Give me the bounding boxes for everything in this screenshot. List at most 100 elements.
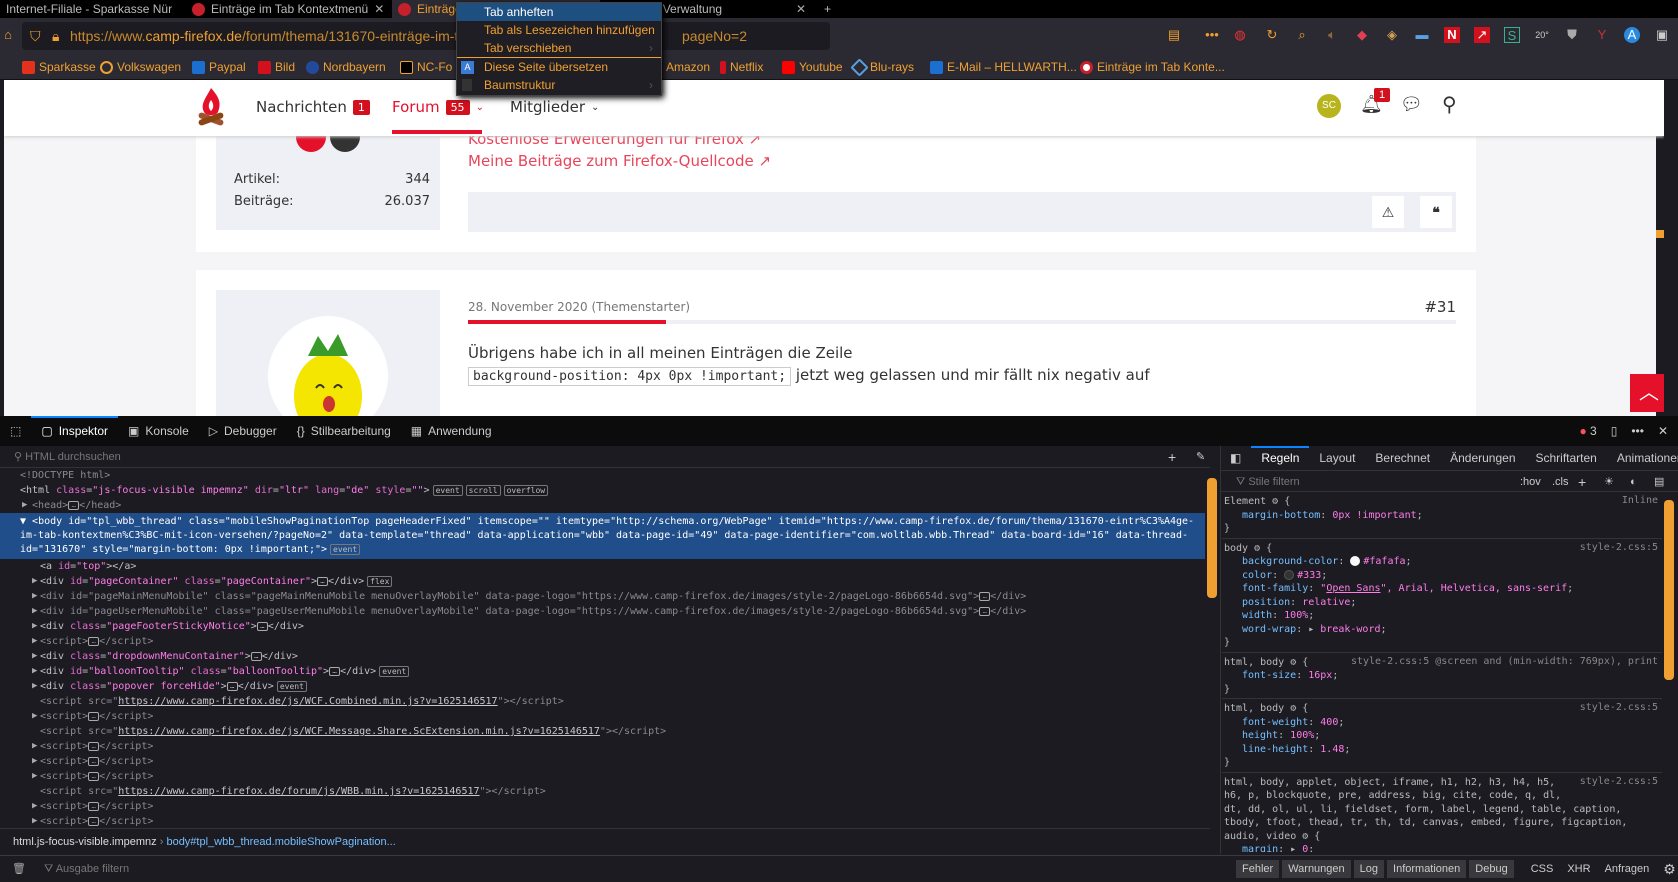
url-bar[interactable]: ⛉ 🔒︎ https://www. camp-firefox.de/forum/t… <box>22 22 830 50</box>
tab-debugger[interactable]: ▷ Debugger <box>199 416 287 446</box>
nav-members[interactable]: Mitglieder ⌄ <box>510 98 599 116</box>
tab-console[interactable]: ▣ Konsole <box>118 416 199 446</box>
trash-icon[interactable]: 🗑︎ <box>12 856 26 882</box>
site-logo[interactable] <box>196 86 226 130</box>
print-media-icon[interactable]: ▤ <box>1654 471 1664 493</box>
bookmark-item[interactable]: Volkswagen <box>100 60 181 74</box>
markup-node[interactable]: ▶ <div id="pageContainer" class="pageCont… <box>0 574 1205 589</box>
extension-icon[interactable]: ↗ <box>1474 27 1490 43</box>
menu-item-tree-style[interactable]: Baumstruktur › <box>457 76 661 94</box>
bookmark-item[interactable]: Netflix <box>720 60 763 74</box>
menu-item-pin-tab[interactable]: Tab anheften <box>457 3 661 21</box>
home-icon[interactable]: ⌂ <box>0 27 16 43</box>
css-rule[interactable]: Inline Element ⚙ {margin-bottom: 0px !im… <box>1222 492 1662 539</box>
menu-item-move-tab[interactable]: Tab verschieben › <box>457 39 661 57</box>
markup-node[interactable]: ▶ <script>… </script> <box>0 814 1205 828</box>
filter-info[interactable]: Informationen <box>1387 860 1467 878</box>
tab-changes[interactable]: Änderungen <box>1440 446 1525 470</box>
markup-node[interactable]: ▶ <div class="pageFooterStickyNotice">… </… <box>0 619 1205 634</box>
bookmark-item[interactable]: Einträge im Tab Konte... <box>1080 60 1225 74</box>
markup-node[interactable]: ▶ <div id="balloonTooltip" class="balloon… <box>0 664 1205 679</box>
signature-link[interactable]: Meine Beiträge zum Firefox-Quellcode ↗ <box>468 152 771 170</box>
tab-fonts[interactable]: Schriftarten <box>1526 446 1607 470</box>
markup-node[interactable]: ▶ <script>… </script> <box>0 754 1205 769</box>
css-rule[interactable]: style-2.css:5 body ⚙ { background-color:… <box>1222 539 1662 653</box>
markup-node[interactable]: ▶ <div class="popover forceHide">… </div> e… <box>0 679 1205 694</box>
markup-node[interactable]: <!DOCTYPE html> <box>0 468 1205 483</box>
bookmark-item[interactable]: E-Mail – HELLWARTH... <box>930 60 1077 74</box>
post-number[interactable]: #31 <box>1424 298 1456 316</box>
tab-rules[interactable]: Regeln <box>1251 446 1310 470</box>
more-options-icon[interactable]: ••• <box>1631 424 1644 438</box>
tab-animations[interactable]: Animationen <box>1607 446 1678 470</box>
conversations-icon[interactable]: 💬︎ <box>1400 94 1423 115</box>
nav-forum[interactable]: Forum 55 ⌄ <box>392 98 484 116</box>
dark-scheme-icon[interactable]: ◐ <box>1630 471 1637 493</box>
lock-icon[interactable]: 🔒︎ <box>52 28 59 45</box>
speaker-icon[interactable]: 🔈︎ <box>1324 27 1340 43</box>
breadcrumb-item[interactable]: body#tpl_wbb_thread.mobileShowPagination… <box>166 836 395 848</box>
color-swatch[interactable] <box>1284 569 1295 580</box>
filter-xhr[interactable]: XHR <box>1567 856 1590 882</box>
search-icon[interactable]: ⚲ <box>1442 92 1457 117</box>
tab-style-editor[interactable]: {} Stilbearbeitung <box>287 416 401 446</box>
color-swatch[interactable] <box>1350 556 1361 566</box>
folder-icon[interactable]: ▬ <box>1414 27 1430 43</box>
bookmark-item[interactable]: Amazon <box>666 60 710 74</box>
markup-node[interactable]: ▶ <script>… </script> <box>0 709 1205 724</box>
extension-icon[interactable]: ▣ <box>1654 27 1670 43</box>
bookmark-item[interactable]: Youtube <box>782 60 843 74</box>
netflix-icon[interactable]: N <box>1444 27 1460 43</box>
css-rule[interactable]: style-2.css:5 html, body ⚙ {font-weight:… <box>1222 699 1662 773</box>
markup-node[interactable]: <script src="https://www.camp-firefox.de… <box>0 784 1205 799</box>
hover-toggle[interactable]: :hov <box>1520 471 1541 493</box>
shield-icon[interactable]: ⛉ <box>30 28 41 45</box>
bookmark-item[interactable]: Paypal <box>192 60 246 74</box>
markup-node[interactable]: <a id="top"></a> <box>0 559 1205 574</box>
bookmark-item[interactable]: Nordbayern <box>306 60 386 74</box>
console-filter-input[interactable]: ⛛ Ausgabe filtern <box>44 856 129 882</box>
search-icon[interactable]: ⌕ <box>1294 27 1310 43</box>
filter-requests[interactable]: Anfragen <box>1605 856 1650 882</box>
html-search-input[interactable]: ⚲ HTML durchsuchen + ✎ <box>0 446 1210 468</box>
add-node-icon[interactable]: + <box>1168 446 1176 468</box>
markup-node[interactable]: <script src="https://www.camp-firefox.de… <box>0 694 1205 709</box>
markup-node[interactable]: ▶ <div id="pageUserMenuMobile" class="pag… <box>0 604 1205 619</box>
filter-css[interactable]: CSS <box>1531 856 1554 882</box>
light-scheme-icon[interactable]: ☀ <box>1604 471 1614 493</box>
rules-scrollbar[interactable] <box>1664 492 1674 852</box>
extension-icon[interactable]: ◈ <box>1384 27 1400 43</box>
reload-icon[interactable]: ↻ <box>1264 27 1280 43</box>
markup-node[interactable]: ▶ <head>… </head> <box>0 498 1205 513</box>
eraser-icon[interactable]: ◆ <box>1354 27 1370 43</box>
menu-item-bookmark-tab[interactable]: Tab als Lesezeichen hinzufügen <box>457 21 661 39</box>
class-toggle[interactable]: .cls <box>1552 471 1569 493</box>
tab-storage[interactable]: ▦ Anwendung <box>401 416 502 446</box>
filter-warnings[interactable]: Warnungen <box>1282 860 1351 878</box>
breadcrumb-item[interactable]: html.js-focus-visible.impemnz <box>13 836 157 848</box>
tab-inspector[interactable]: ▢ Inspektor <box>31 416 118 446</box>
weather-icon[interactable]: 20° <box>1534 27 1550 43</box>
reader-view-icon[interactable]: ▤ <box>1166 27 1182 43</box>
author-avatar[interactable] <box>268 316 388 416</box>
markup-node[interactable]: ▶ <div class="dropdownMenuContainer">… </d… <box>0 649 1205 664</box>
nav-messages[interactable]: Nachrichten 1 <box>256 98 370 116</box>
ublock-icon[interactable]: ⛊ <box>1564 27 1580 43</box>
report-icon[interactable]: ⚠ <box>1372 196 1404 228</box>
error-count[interactable]: ● 3 <box>1579 424 1596 438</box>
responsive-design-icon[interactable]: ▯ <box>1611 424 1618 438</box>
tab-layout[interactable]: Layout <box>1309 446 1365 470</box>
styles-filter-input[interactable]: ⛛ Stile filtern :hov .cls + ☀ ◐ ▤ <box>1220 470 1678 492</box>
markup-node[interactable]: <html class="js-focus-visible impemnz" d… <box>0 483 1205 498</box>
browser-tab[interactable]: Internet-Filiale - Sparkasse Nür✕ <box>0 0 178 18</box>
more-actions-icon[interactable]: ••• <box>1204 27 1220 43</box>
eyedropper-icon[interactable]: ✎ <box>1196 446 1205 468</box>
filter-errors[interactable]: Fehler <box>1236 860 1280 878</box>
tab-computed[interactable]: Berechnet <box>1365 446 1440 470</box>
filter-log[interactable]: Log <box>1353 860 1385 878</box>
bookmark-item[interactable]: Sparkasse <box>22 60 96 74</box>
markup-node[interactable]: ▶ <div id="pageMainMenuMobile" class="pag… <box>0 589 1205 604</box>
new-tab-button[interactable]: + <box>818 0 838 18</box>
close-tab-icon[interactable]: ✕ <box>374 2 386 16</box>
bookmark-item[interactable]: Blu-rays <box>850 57 914 77</box>
